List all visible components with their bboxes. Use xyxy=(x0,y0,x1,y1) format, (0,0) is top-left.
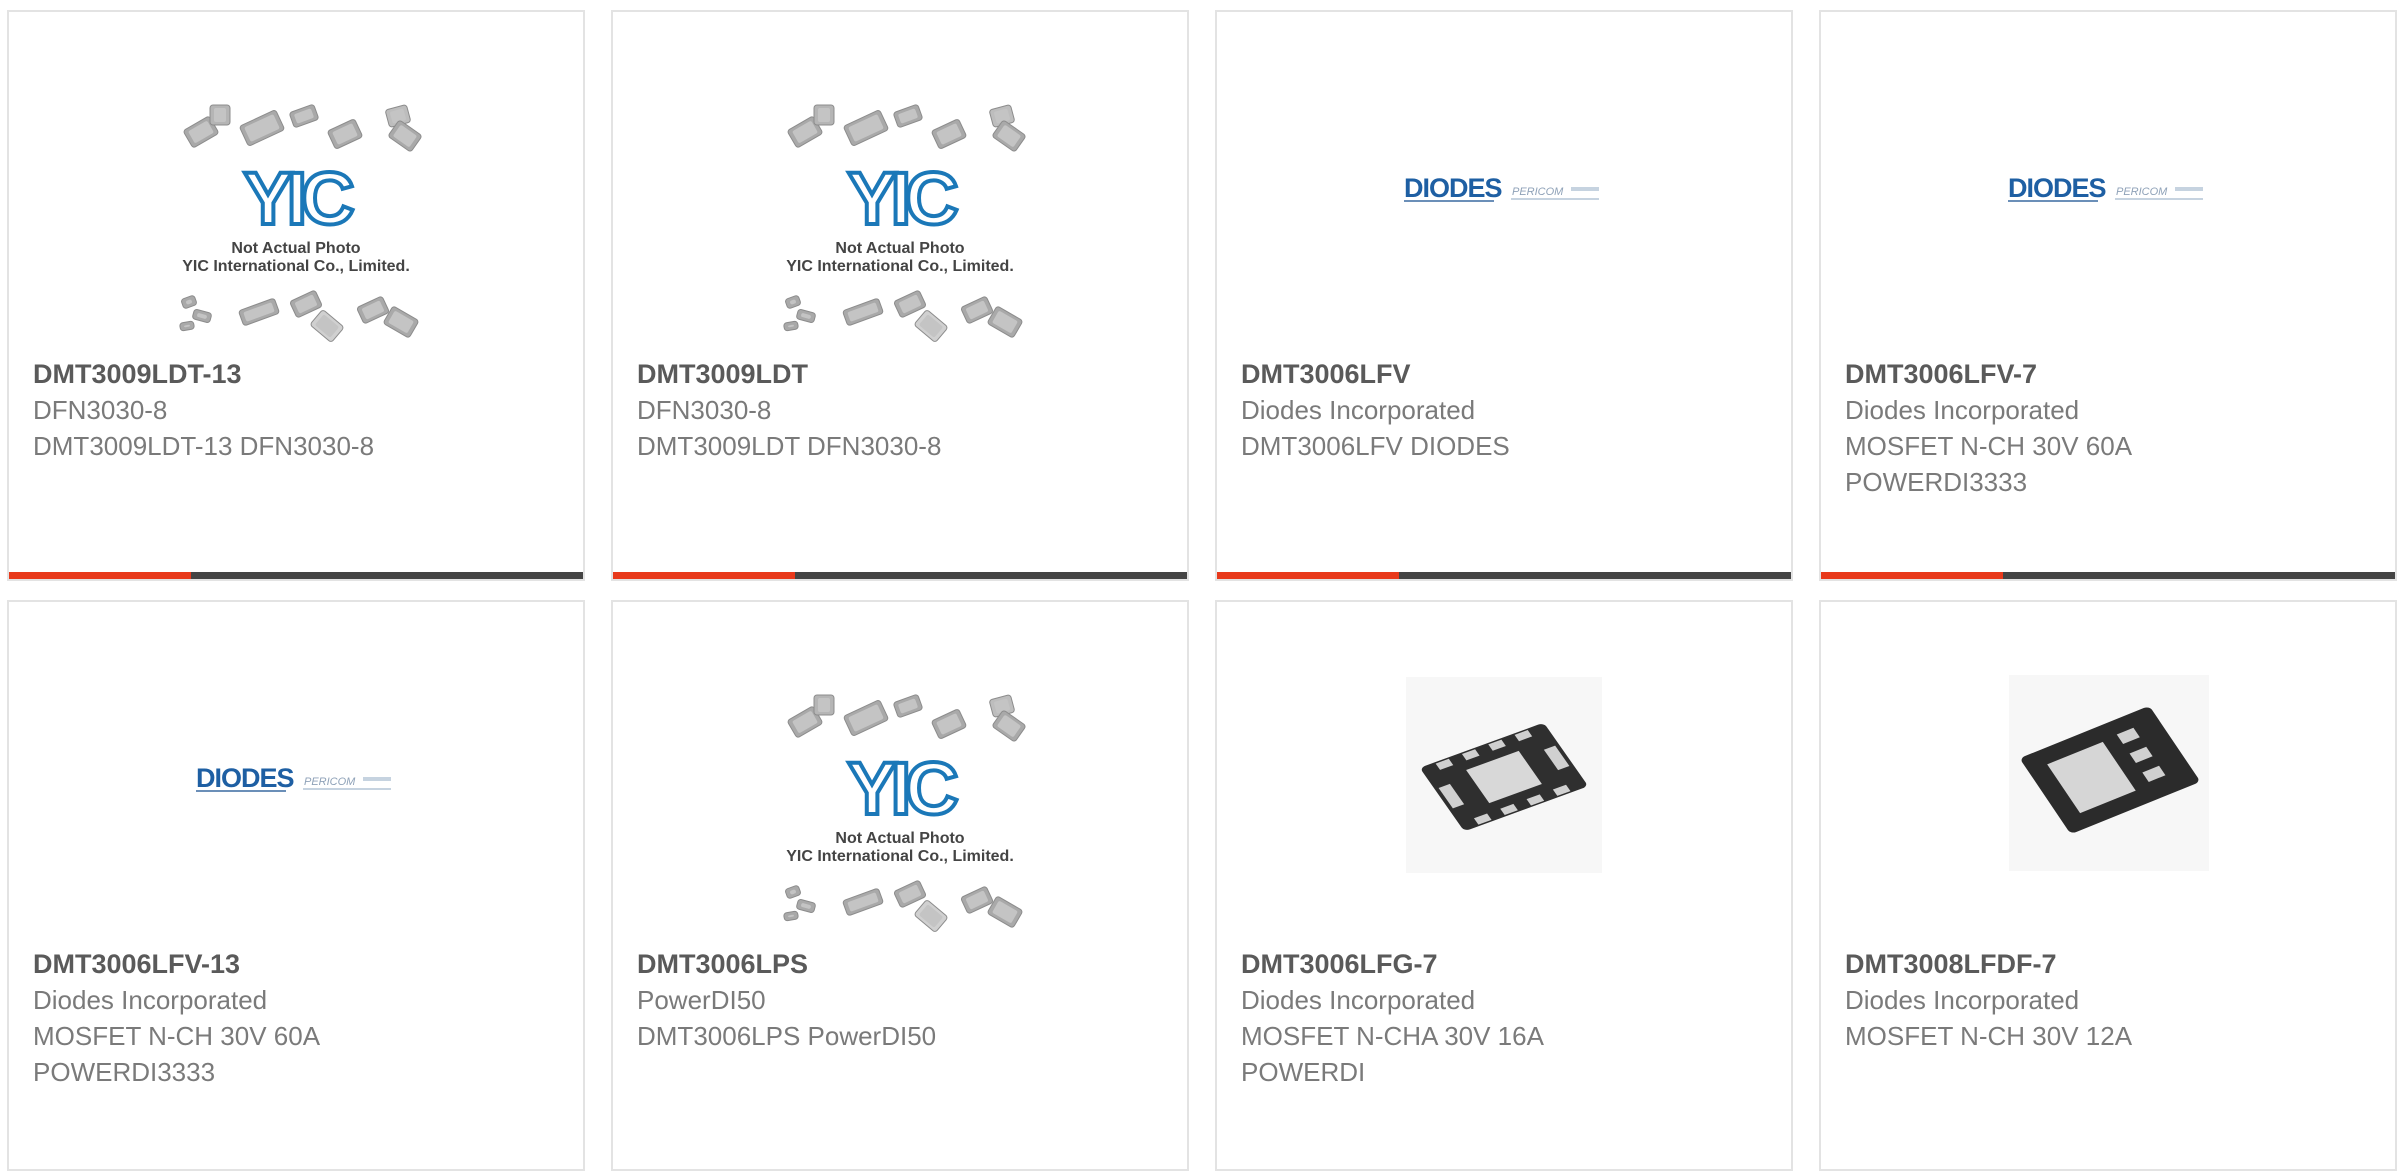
product-description: MOSFET N-CH 30V 60A POWERDI3333 xyxy=(1845,431,2131,497)
product-card[interactable]: DMT3008LFDF-7 Diodes Incorporated MOSFET… xyxy=(1819,600,2397,1171)
diodes-logo: DIODES xyxy=(196,763,294,793)
product-card[interactable]: YIC Not Actual Photo YIC International Co.… xyxy=(7,10,585,581)
product-description: MOSFET N-CH 30V 60A POWERDI3333 xyxy=(33,1021,319,1087)
card-footer-bar xyxy=(613,572,1187,579)
product-image[interactable]: DIODES PERICOM xyxy=(9,602,583,942)
product-card[interactable]: YIC Not Actual Photo YIC International Co.… xyxy=(611,10,1189,581)
yic-logo: YIC xyxy=(847,747,957,830)
product-subtitle: Diodes Incorporated xyxy=(1845,395,2080,425)
product-card[interactable]: DMT3006LFG-7 Diodes Incorporated MOSFET … xyxy=(1215,600,1793,1171)
part-number[interactable]: DMT3009LDT xyxy=(637,356,1167,392)
pericom-logo: PERICOM xyxy=(304,776,356,788)
product-description: MOSFET N-CHA 30V 16A POWERDI xyxy=(1241,1021,1543,1087)
product-image[interactable]: YIC Not Actual Photo YIC International Co.… xyxy=(9,12,583,352)
diodes-logo-icon: DIODES PERICOM xyxy=(196,763,391,793)
placeholder-company: YIC International Co., Limited. xyxy=(786,258,1014,275)
product-description: DMT3009LDT DFN3030-8 xyxy=(637,431,942,461)
product-image[interactable] xyxy=(1217,602,1791,942)
yic-placeholder-icon: YICNot Actual PhotoYIC International Co.… xyxy=(783,694,1026,932)
part-number[interactable]: DMT3006LFG-7 xyxy=(1241,946,1621,982)
card-footer-bar xyxy=(9,572,583,579)
placeholder-company: YIC International Co., Limited. xyxy=(182,258,410,275)
product-description: DMT3006LFV DIODES xyxy=(1241,431,1510,461)
product-subtitle: PowerDI50 xyxy=(637,985,766,1015)
yic-placeholder-icon: YICNot Actual PhotoYIC International Co.… xyxy=(783,104,1026,342)
card-accent-bar xyxy=(1821,572,2003,579)
product-grid: YIC Not Actual Photo YIC International Co.… xyxy=(0,0,2400,1171)
chip-package-small-icon xyxy=(2009,675,2209,871)
placeholder-caption: Not Actual Photo xyxy=(835,830,964,847)
card-footer-bar xyxy=(1821,572,2395,579)
diodes-logo: DIODES xyxy=(2008,173,2106,203)
product-card[interactable]: DIODES PERICOM DMT3006LFV Diodes Incorpor… xyxy=(1215,10,1793,581)
product-image[interactable]: DIODES PERICOM xyxy=(1217,12,1791,352)
product-subtitle: Diodes Incorporated xyxy=(33,985,268,1015)
yic-logo: YIC xyxy=(243,157,353,240)
product-subtitle: Diodes Incorporated xyxy=(1241,395,1476,425)
product-subtitle: Diodes Incorporated xyxy=(1845,985,2080,1015)
product-description: MOSFET N-CH 30V 12A xyxy=(1845,1021,2133,1051)
card-accent-bar xyxy=(1217,572,1399,579)
product-card[interactable]: DIODES PERICOM DMT3006LFV-7 Diodes Incorp… xyxy=(1819,10,2397,581)
product-image[interactable]: DIODES PERICOM xyxy=(1821,12,2395,352)
placeholder-caption: Not Actual Photo xyxy=(231,240,360,257)
card-footer-bar xyxy=(1217,572,1791,579)
chip-package-icon xyxy=(1406,677,1602,873)
product-image[interactable]: YIC Not Actual Photo YIC International Co.… xyxy=(613,602,1187,942)
product-image[interactable]: YIC Not Actual Photo YIC International Co.… xyxy=(613,12,1187,352)
placeholder-caption: Not Actual Photo xyxy=(835,240,964,257)
diodes-logo-icon: DIODES PERICOM xyxy=(1404,173,1599,203)
part-number[interactable]: DMT3006LFV xyxy=(1241,356,1771,392)
product-subtitle: Diodes Incorporated xyxy=(1241,985,1476,1015)
part-number[interactable]: DMT3006LPS xyxy=(637,946,1167,982)
product-description: DMT3009LDT-13 DFN3030-8 xyxy=(33,431,375,461)
part-number[interactable]: DMT3006LFV-7 xyxy=(1845,356,2285,392)
card-accent-bar xyxy=(9,572,191,579)
part-number[interactable]: DMT3008LFDF-7 xyxy=(1845,946,2375,982)
yic-placeholder-icon: YICNot Actual PhotoYIC International Co.… xyxy=(179,104,422,342)
product-card[interactable]: DIODES PERICOM DMT3006LFV-13 Diodes Incor… xyxy=(7,600,585,1171)
diodes-logo: DIODES xyxy=(1404,173,1502,203)
product-description: DMT3006LPS PowerDI50 xyxy=(637,1021,937,1051)
part-number[interactable]: DMT3006LFV-13 xyxy=(33,946,383,982)
pericom-logo: PERICOM xyxy=(2116,186,2168,198)
diodes-logo-icon: DIODES PERICOM xyxy=(2008,173,2203,203)
product-subtitle: DFN3030-8 xyxy=(637,395,772,425)
product-image[interactable] xyxy=(1821,602,2395,942)
product-subtitle: DFN3030-8 xyxy=(33,395,168,425)
yic-logo: YIC xyxy=(847,157,957,240)
card-accent-bar xyxy=(613,572,795,579)
product-card[interactable]: YIC Not Actual Photo YIC International Co.… xyxy=(611,600,1189,1171)
placeholder-company: YIC International Co., Limited. xyxy=(786,848,1014,865)
part-number[interactable]: DMT3009LDT-13 xyxy=(33,356,563,392)
pericom-logo: PERICOM xyxy=(1512,186,1564,198)
